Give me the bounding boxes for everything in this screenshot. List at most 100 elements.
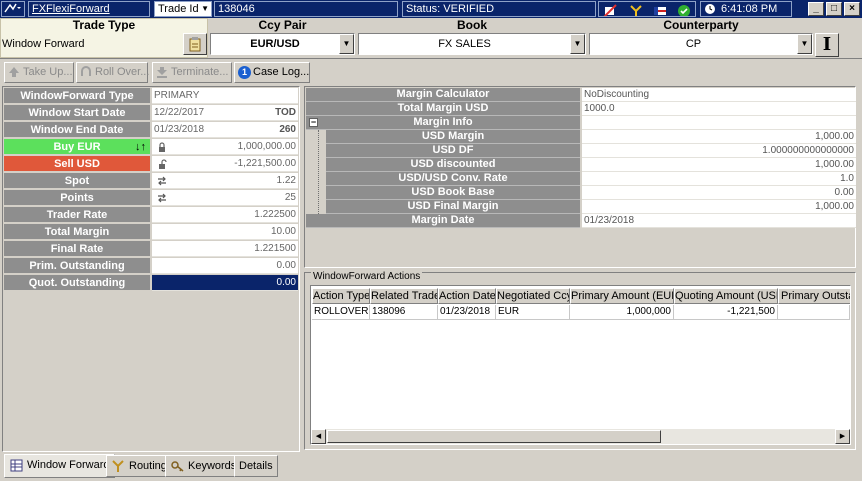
- scroll-left-icon[interactable]: ◀: [311, 429, 326, 444]
- trade-type-value: Window Forward: [2, 38, 85, 50]
- arrow-up-icon: [9, 67, 19, 77]
- end-date-value[interactable]: 01/23/2018 260: [152, 122, 298, 138]
- column-header[interactable]: Action Type: [312, 288, 370, 304]
- app-name-link[interactable]: FXFlexiForward: [28, 1, 150, 17]
- chevron-down-icon[interactable]: ▼: [570, 34, 585, 54]
- field-label: Spot: [4, 173, 150, 189]
- usd-book-base-value[interactable]: 0.00: [582, 186, 856, 200]
- table-cell[interactable]: 01/23/2018: [438, 305, 496, 320]
- trade-type-button[interactable]: [183, 33, 207, 55]
- scroll-right-icon[interactable]: ▶: [835, 429, 850, 444]
- start-date-value[interactable]: 12/22/2017 TOD: [152, 105, 298, 121]
- collapse-icon[interactable]: −: [309, 118, 318, 127]
- minimize-button[interactable]: _: [808, 2, 824, 16]
- quot-outstanding-value[interactable]: 0.00: [152, 275, 298, 291]
- tab-label: Routing: [129, 460, 167, 472]
- buy-amount-value[interactable]: 1,000,000.00: [152, 139, 298, 155]
- final-rate-value[interactable]: 1.221500: [152, 241, 298, 257]
- field-row-spot: Spot 1.22: [4, 173, 298, 189]
- flag-icon[interactable]: [653, 4, 667, 17]
- restore-button[interactable]: □: [826, 2, 842, 16]
- table-cell[interactable]: 138096: [370, 305, 438, 320]
- spot-value[interactable]: 1.22: [152, 173, 298, 189]
- actions-group: WindowForward Actions Action Type Relate…: [304, 271, 856, 450]
- book-select[interactable]: FX SALES ▼: [358, 33, 586, 55]
- field-row-trader-rate: Trader Rate 1.222500: [4, 207, 298, 223]
- conv-rate-value[interactable]: 1.0: [582, 172, 856, 186]
- tab-routing[interactable]: Routing: [106, 455, 172, 477]
- value-text: 1,000,000.00: [237, 141, 296, 152]
- column-header[interactable]: Related Trade: [370, 288, 438, 304]
- table-cell[interactable]: 1,000,000: [570, 305, 674, 320]
- unlock-icon[interactable]: [156, 158, 168, 170]
- margin-label: Margin Calculator: [306, 88, 580, 102]
- margin-label: Margin Info: [413, 116, 473, 128]
- margin-info-group[interactable]: − Margin Info: [306, 116, 580, 130]
- refresh-icon[interactable]: [156, 192, 168, 204]
- system-menu-button[interactable]: [1, 1, 25, 17]
- usd-discounted-value[interactable]: 1,000.00: [582, 158, 856, 172]
- margin-row: − Margin Info: [306, 116, 856, 130]
- counterparty-select[interactable]: CP ▼: [589, 33, 813, 55]
- field-label: Buy EUR: [53, 141, 101, 153]
- chevron-down-icon[interactable]: ▼: [339, 34, 354, 54]
- column-header[interactable]: Negotiated Ccy: [496, 288, 570, 304]
- margin-row: USD DF 1.000000000000000: [306, 144, 856, 158]
- table-cell[interactable]: EUR: [496, 305, 570, 320]
- clock-time: 6:41:08 PM: [721, 3, 778, 15]
- lock-icon[interactable]: [156, 141, 168, 153]
- rollover-icon: [81, 66, 91, 76]
- usd-final-margin-value[interactable]: 1,000.00: [582, 200, 856, 214]
- field-label: Prim. Outstanding: [4, 258, 150, 274]
- usd-margin-value[interactable]: 1,000.00: [582, 130, 856, 144]
- value-text: 0.00: [276, 260, 296, 271]
- column-header[interactable]: Quoting Amount (USD): [674, 288, 778, 304]
- refresh-icon[interactable]: [156, 175, 168, 187]
- table-cell[interactable]: -1,221,500: [674, 305, 778, 320]
- chevron-down-icon[interactable]: ▼: [797, 34, 812, 54]
- sell-amount-value[interactable]: -1,221,500.00: [152, 156, 298, 172]
- margin-calculator-value[interactable]: NoDiscounting: [582, 88, 856, 102]
- ccy-pair-select[interactable]: EUR/USD ▼: [210, 33, 355, 55]
- id-type-select[interactable]: Trade Id ▼: [154, 1, 212, 17]
- total-margin-usd-value[interactable]: 1000.0: [582, 102, 856, 116]
- prim-outstanding-value[interactable]: 0.00: [152, 258, 298, 274]
- chevron-down-icon: ▼: [201, 4, 209, 13]
- margin-row: USD Final Margin 1,000.00: [306, 200, 856, 214]
- no-flag-icon[interactable]: [603, 4, 617, 17]
- margin-date-value[interactable]: 01/23/2018: [582, 214, 856, 228]
- total-margin-value[interactable]: 10.00: [152, 224, 298, 240]
- tab-details[interactable]: Details: [234, 455, 278, 477]
- trader-rate-value[interactable]: 1.222500: [152, 207, 298, 223]
- field-label: Total Margin: [4, 224, 150, 240]
- close-button[interactable]: ×: [844, 2, 860, 16]
- horizontal-scrollbar[interactable]: ◀ ▶: [311, 429, 850, 444]
- counterparty-info-button[interactable]: I: [815, 33, 839, 57]
- column-header[interactable]: Action Date: [438, 288, 496, 304]
- swap-direction-icon[interactable]: ↓↑: [135, 139, 146, 155]
- buy-direction-button[interactable]: Buy EUR ↓↑: [4, 139, 150, 155]
- terminate-label: Terminate...: [171, 66, 229, 78]
- ccy-pair-value: EUR/USD: [250, 38, 300, 50]
- points-value[interactable]: 25: [152, 190, 298, 206]
- trade-id-field[interactable]: 138046: [214, 1, 398, 17]
- value-text: 10.00: [270, 226, 296, 237]
- column-header[interactable]: Primary Amount (EUR): [570, 288, 674, 304]
- terminate-button[interactable]: Terminate...: [152, 62, 232, 83]
- wf-type-value[interactable]: PRIMARY: [152, 88, 298, 104]
- tab-keywords[interactable]: Keywords: [165, 455, 242, 477]
- routing-icon[interactable]: [629, 4, 643, 17]
- roll-over-button[interactable]: Roll Over...: [76, 62, 149, 83]
- field-row-points: Points 25: [4, 190, 298, 206]
- status-icons: [598, 1, 696, 17]
- scroll-thumb[interactable]: [327, 430, 661, 443]
- table-cell[interactable]: [778, 305, 850, 320]
- case-log-button[interactable]: 1 Case Log...: [234, 62, 310, 83]
- tab-window-forward[interactable]: Window Forward: [4, 454, 115, 478]
- field-row-buy: Buy EUR ↓↑ 1,000,000.00: [4, 139, 298, 155]
- field-label: Points: [4, 190, 150, 206]
- take-up-button[interactable]: Take Up...: [4, 62, 74, 83]
- usd-df-value[interactable]: 1.000000000000000: [582, 144, 856, 158]
- column-header[interactable]: Primary Outstanding: [778, 288, 850, 304]
- table-cell[interactable]: ROLLOVER: [312, 305, 370, 320]
